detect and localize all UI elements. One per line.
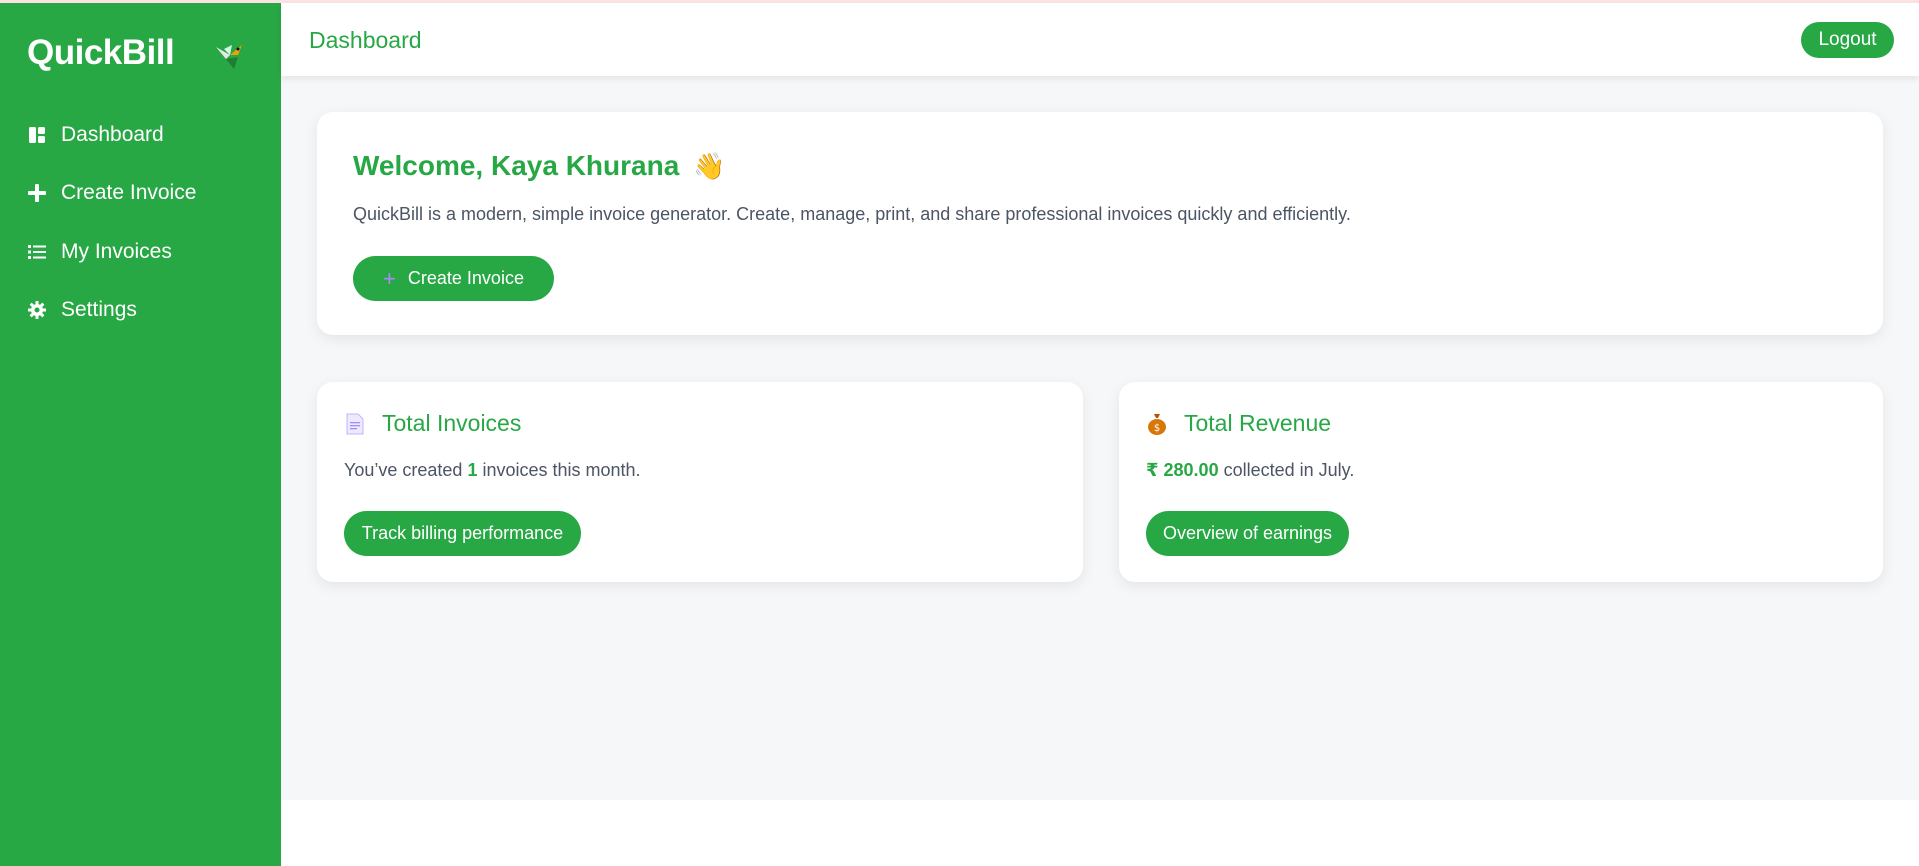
revenue-summary-suffix: collected in July. xyxy=(1218,460,1355,480)
logout-button[interactable]: Logout xyxy=(1801,22,1894,58)
revenue-amount: ₹ 280.00 xyxy=(1146,460,1219,480)
sidebar-item-my-invoices[interactable]: My Invoices xyxy=(27,232,267,272)
total-revenue-title: Total Revenue xyxy=(1184,410,1332,436)
total-revenue-summary: ₹ 280.00 collected in July. xyxy=(1146,460,1354,481)
document-icon xyxy=(344,412,366,436)
sidebar-item-label: Create Invoice xyxy=(61,181,197,204)
sidebar-item-create-invoice[interactable]: Create Invoice xyxy=(27,173,267,213)
dashboard-icon xyxy=(27,125,47,145)
sidebar-item-label: Dashboard xyxy=(61,123,164,146)
welcome-card: Welcome, Kaya Khurana 👋 QuickBill is a m… xyxy=(317,112,1883,335)
welcome-title-text: Welcome, Kaya Khurana xyxy=(353,150,680,181)
track-billing-performance-button[interactable]: Track billing performance xyxy=(344,511,581,556)
invoices-summary-suffix: invoices this month. xyxy=(477,460,641,480)
sidebar: QuickBill Dashboard Create Invoice My In… xyxy=(0,3,281,866)
welcome-description: QuickBill is a modern, simple invoice ge… xyxy=(353,204,1351,224)
total-invoices-summary: You’ve created 1 invoices this month. xyxy=(344,460,641,481)
money-bag-icon: $ xyxy=(1146,412,1168,436)
invoice-count: 1 xyxy=(467,460,478,480)
list-icon xyxy=(27,242,47,262)
sidebar-item-label: Settings xyxy=(61,298,137,321)
welcome-heading: Welcome, Kaya Khurana 👋 xyxy=(353,150,726,182)
waving-hand-icon: 👋 xyxy=(693,150,726,181)
page-title: Dashboard xyxy=(309,27,422,53)
gear-icon xyxy=(27,300,47,320)
invoices-summary-prefix: You’ve created xyxy=(344,460,468,480)
total-revenue-card: $ Total Revenue ₹ 280.00 collected in Ju… xyxy=(1119,382,1883,582)
total-revenue-heading: $ Total Revenue xyxy=(1146,410,1331,437)
total-invoices-title: Total Invoices xyxy=(382,410,522,436)
sidebar-item-dashboard[interactable]: Dashboard xyxy=(27,115,267,155)
hummingbird-logo-icon xyxy=(212,39,248,75)
sidebar-item-settings[interactable]: Settings xyxy=(27,290,267,330)
brand-logo-text: QuickBill xyxy=(27,33,175,72)
create-invoice-button-label: Create Invoice xyxy=(407,268,524,288)
plus-icon: + xyxy=(383,265,396,291)
total-invoices-heading: Total Invoices xyxy=(344,410,521,437)
total-invoices-card: Total Invoices You’ve created 1 invoices… xyxy=(317,382,1083,582)
overview-of-earnings-button[interactable]: Overview of earnings xyxy=(1146,511,1349,556)
svg-text:$: $ xyxy=(1154,423,1160,434)
create-invoice-button[interactable]: + Create Invoice xyxy=(353,256,554,301)
sidebar-item-label: My Invoices xyxy=(61,240,172,263)
plus-icon xyxy=(27,183,47,203)
top-header: Dashboard Logout xyxy=(281,3,1919,76)
